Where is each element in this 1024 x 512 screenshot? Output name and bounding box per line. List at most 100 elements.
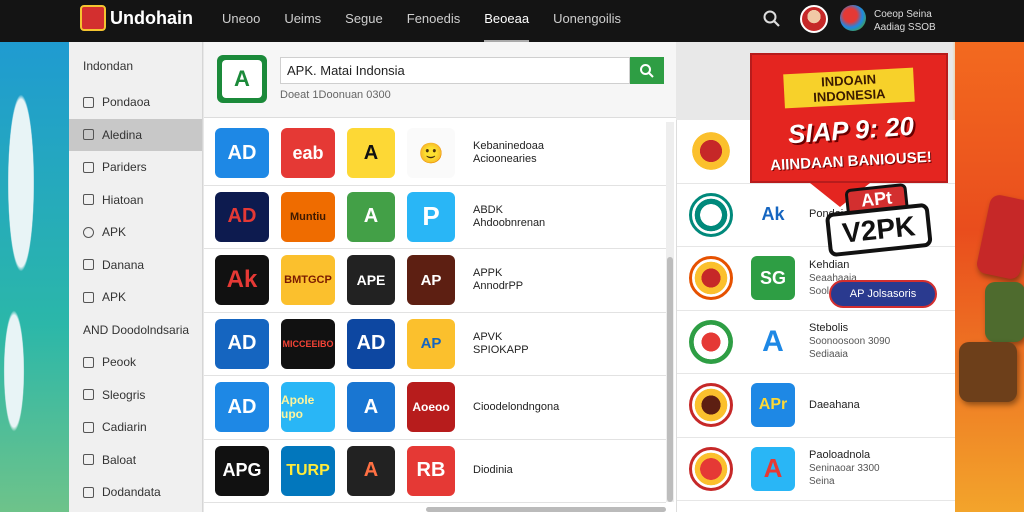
app-icon[interactable]: Muntiu (281, 191, 335, 242)
featured-text: Daeahana (809, 399, 860, 412)
app-icon[interactable]: Apole upo (281, 382, 335, 433)
decorative-card (959, 342, 1017, 402)
circle-icon (83, 226, 94, 238)
sidebar-item-13[interactable]: Dodandata (69, 476, 202, 509)
square-icon (83, 356, 94, 368)
app-icon[interactable]: Ak (215, 255, 269, 306)
horizontal-scrollbar[interactable] (426, 507, 666, 512)
sidebar-item-11[interactable]: Cadiarin (69, 411, 202, 444)
app-row: AD Apole upo A Aoeoo Cioodelondngona (204, 376, 666, 440)
promo-banner[interactable]: INDOAIN INDONESIA SIAP 9: 20 AIINDAAN BA… (750, 53, 948, 183)
app-title: Cioodelondngona (473, 400, 560, 413)
featured-title: Paoloadnola (809, 449, 871, 462)
sidebar-item-label: Aledina (102, 127, 143, 142)
app-icon[interactable]: A (347, 382, 395, 433)
sidebar-item-8[interactable]: AND Doodolndsaria (69, 314, 202, 347)
app-icon[interactable]: AD (215, 128, 269, 179)
app-icon[interactable]: A (347, 445, 395, 496)
square-icon (83, 194, 94, 206)
app-subtitle: Ahdoobnrenan (473, 216, 546, 229)
search-area: A Doeat 1Doonuan 0300 (204, 42, 676, 118)
search-icon[interactable] (762, 9, 782, 29)
app-icon[interactable]: RB (407, 445, 455, 496)
decorative-card (985, 282, 1024, 342)
sidebar-item-6[interactable]: Danana (69, 249, 202, 282)
sidebar-item-label: Cadiarin (102, 420, 147, 435)
sidebar-item-7[interactable]: APK (69, 281, 202, 314)
store-logo[interactable]: A (217, 55, 267, 103)
featured-row[interactable]: A Paoloadnola Seninaoar 3300 Seina (677, 438, 955, 501)
app-icon[interactable]: AD (215, 382, 269, 433)
nav-item-6[interactable]: Uonengoilis (553, 0, 621, 42)
result-count: Doeat 1Doonuan 0300 (280, 89, 391, 101)
search-icon (640, 63, 654, 78)
sidebar-item-12[interactable]: Baloat (69, 444, 202, 477)
sidebar-item-10[interactable]: Sleogris (69, 379, 202, 412)
app-icon: SG (751, 256, 795, 301)
app-row: APG TURP A RB Diodinia (204, 440, 666, 503)
app-icon[interactable]: TURP (281, 445, 335, 496)
seal-icon (689, 129, 733, 174)
app-icon[interactable]: AP (407, 318, 455, 369)
app-icon[interactable]: AP (407, 255, 455, 306)
app-row: Ak BMTGCP APE AP APPK AnnodrPP (204, 249, 666, 313)
decorative-background (955, 42, 1024, 512)
app-icon[interactable]: APE (347, 255, 395, 306)
featured-subtitle: Sediaaia (809, 349, 848, 361)
scroll-thumb[interactable] (667, 257, 673, 502)
sidebar-item-1[interactable]: Pondaoa (69, 86, 202, 119)
promo-action-button[interactable]: AP Jolsasoris (829, 280, 937, 308)
app-icon[interactable]: AD (215, 191, 269, 242)
sidebar-item-5[interactable]: APK (69, 216, 202, 249)
app-name: Undohain (110, 7, 193, 28)
app-icon[interactable]: AD (215, 318, 269, 369)
sidebar-item-3[interactable]: Pariders (69, 151, 202, 184)
app-icon[interactable]: A (347, 191, 395, 242)
nav-item-5-active[interactable]: Beoeaa (484, 0, 530, 42)
app-icon[interactable]: Aoeoo (407, 382, 455, 433)
decorative-card (975, 193, 1024, 281)
featured-row[interactable]: A Stebolis Soonoosoon 3090 Sediaaia (677, 311, 955, 374)
sidebar-item-4[interactable]: Hiatoan (69, 184, 202, 217)
app-subtitle: Acioonearies (473, 153, 537, 166)
search-submit-button[interactable] (630, 57, 664, 84)
app-icon[interactable]: MICCEEIBO (281, 318, 335, 369)
app-icon[interactable]: BMTGCP (281, 255, 335, 306)
app-text[interactable]: APPK AnnodrPP (473, 267, 523, 293)
app-title: Kebaninedoaa (473, 140, 544, 153)
app-text[interactable]: APVK SPIOKAPP (473, 331, 529, 357)
sidebar-item-9[interactable]: Peook (69, 346, 202, 379)
app-icon[interactable]: AD (347, 318, 395, 369)
app-icon[interactable]: APG (215, 445, 269, 496)
featured-row[interactable]: APr Daeahana (677, 374, 955, 438)
nav-item-4[interactable]: Fenoedis (407, 0, 460, 42)
sidebar-item-label: APK (102, 290, 127, 305)
nav-item-3[interactable]: Segue (345, 0, 383, 42)
app-title: ABDK (473, 203, 503, 216)
seal-icon (689, 319, 733, 364)
globe-icon[interactable] (840, 5, 866, 31)
vpk-badge[interactable]: APt V2PK (823, 181, 934, 263)
app-icon[interactable]: 🙂 (407, 128, 455, 179)
nav-item-2[interactable]: Ueims (284, 0, 321, 42)
app-text[interactable]: Diodinia (473, 464, 513, 477)
promo-subtitle: AIINDAAN BANIOUSE! (769, 148, 933, 175)
user-avatar[interactable] (800, 5, 828, 33)
app-text[interactable]: Cioodelondngona (473, 401, 559, 414)
account-info[interactable]: Coeop Seina Aadiag SSOB (874, 8, 936, 34)
app-icon[interactable]: A (347, 128, 395, 179)
app-logo[interactable]: Undohain (80, 5, 193, 31)
app-row: AD eab A 🙂 Kebaninedoaa Acioonearies (204, 122, 666, 186)
app-text[interactable]: Kebaninedoaa Acioonearies (473, 140, 544, 166)
app-text[interactable]: ABDK Ahdoobnrenan (473, 204, 545, 230)
account-line-1: Coeop Seina (874, 9, 932, 20)
nav-item-1[interactable]: Uneoo (222, 0, 260, 42)
vertical-scrollbar[interactable] (666, 122, 674, 502)
featured-subtitle: Seninaoar 3300 (809, 463, 880, 475)
sidebar-item-2-active[interactable]: Aledina (69, 118, 202, 151)
app-title: Diodinia (473, 464, 513, 477)
search-input[interactable] (280, 57, 630, 84)
app-icon[interactable]: eab (281, 128, 335, 179)
app-icon[interactable]: P (407, 191, 455, 242)
promo-headline: SIAP 9: 20 (786, 110, 915, 150)
